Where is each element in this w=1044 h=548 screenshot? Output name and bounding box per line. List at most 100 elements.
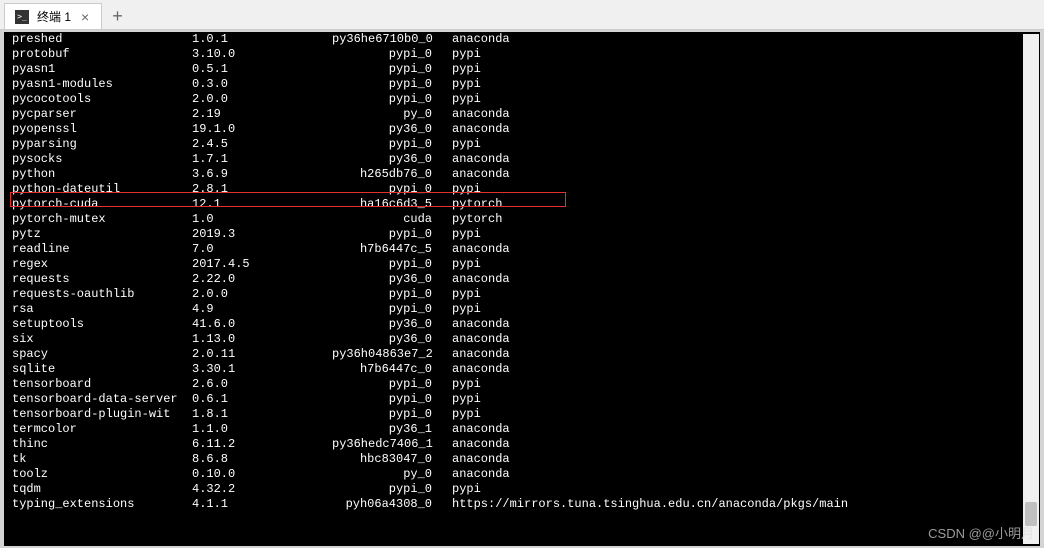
pkg-version: 1.1.0	[192, 422, 332, 437]
pkg-name: tensorboard	[12, 377, 192, 392]
pkg-channel: pypi	[452, 47, 1032, 62]
pkg-name: tensorboard-data-server	[12, 392, 192, 407]
pkg-build: py36_0	[332, 332, 452, 347]
pkg-name: requests	[12, 272, 192, 287]
pkg-name: pyasn1-modules	[12, 77, 192, 92]
pkg-version: 2.6.0	[192, 377, 332, 392]
pkg-build: pypi_0	[332, 287, 452, 302]
pkg-build: pypi_0	[332, 77, 452, 92]
package-row: requests-oauthlib2.0.0pypi_0pypi	[12, 287, 1032, 302]
pkg-channel: pypi	[452, 407, 1032, 422]
pkg-name: pycparser	[12, 107, 192, 122]
pkg-name: toolz	[12, 467, 192, 482]
pkg-name: tk	[12, 452, 192, 467]
vertical-scrollbar[interactable]	[1023, 34, 1039, 544]
pkg-version: 0.10.0	[192, 467, 332, 482]
pkg-name: pycocotools	[12, 92, 192, 107]
pkg-version: 4.9	[192, 302, 332, 317]
pkg-build: pypi_0	[332, 482, 452, 497]
pkg-channel: pypi	[452, 392, 1032, 407]
tab-terminal-1[interactable]: >_ 终端 1 ×	[4, 3, 102, 29]
pkg-channel: anaconda	[452, 152, 1032, 167]
pkg-channel: pypi	[452, 482, 1032, 497]
pkg-name: pysocks	[12, 152, 192, 167]
pkg-build: pypi_0	[332, 92, 452, 107]
pkg-channel: pypi	[452, 287, 1032, 302]
tab-bar: >_ 终端 1 × +	[0, 0, 1044, 30]
pkg-channel: pypi	[452, 137, 1032, 152]
pkg-build: h265db76_0	[332, 167, 452, 182]
pkg-version: 2.0.0	[192, 92, 332, 107]
pkg-build: cuda	[332, 212, 452, 227]
pkg-build: py36_0	[332, 272, 452, 287]
pkg-channel: anaconda	[452, 347, 1032, 362]
package-row: pyasn10.5.1pypi_0pypi	[12, 62, 1032, 77]
package-row: spacy2.0.11py36h04863e7_2anaconda	[12, 347, 1032, 362]
package-row: setuptools41.6.0py36_0anaconda	[12, 317, 1032, 332]
tab-close-icon[interactable]: ×	[79, 9, 91, 25]
pkg-version: 1.7.1	[192, 152, 332, 167]
pkg-version: 4.1.1	[192, 497, 332, 512]
pkg-channel: anaconda	[452, 272, 1032, 287]
pkg-name: pytz	[12, 227, 192, 242]
pkg-build: hbc83047_0	[332, 452, 452, 467]
pkg-version: 2019.3	[192, 227, 332, 242]
pkg-version: 0.5.1	[192, 62, 332, 77]
terminal-icon: >_	[15, 10, 29, 24]
package-row: tk8.6.8hbc83047_0anaconda	[12, 452, 1032, 467]
pkg-version: 12.1	[192, 197, 332, 212]
pkg-build: pypi_0	[332, 47, 452, 62]
pkg-build: py36_0	[332, 152, 452, 167]
package-row: rsa4.9pypi_0pypi	[12, 302, 1032, 317]
pkg-version: 1.8.1	[192, 407, 332, 422]
pkg-channel: anaconda	[452, 437, 1032, 452]
pkg-channel: pypi	[452, 182, 1032, 197]
pkg-channel: anaconda	[452, 167, 1032, 182]
pkg-version: 3.10.0	[192, 47, 332, 62]
pkg-name: protobuf	[12, 47, 192, 62]
package-row: python-dateutil2.8.1pypi_0pypi	[12, 182, 1032, 197]
pkg-build: pypi_0	[332, 137, 452, 152]
pkg-channel: pypi	[452, 257, 1032, 272]
pkg-build: py36_0	[332, 122, 452, 137]
package-row: pyasn1-modules0.3.0pypi_0pypi	[12, 77, 1032, 92]
pkg-build: pyh06a4308_0	[332, 497, 452, 512]
pkg-channel: pypi	[452, 92, 1032, 107]
pkg-version: 4.32.2	[192, 482, 332, 497]
pkg-name: setuptools	[12, 317, 192, 332]
pkg-name: pyasn1	[12, 62, 192, 77]
pkg-build: pypi_0	[332, 62, 452, 77]
pkg-channel: pytorch	[452, 197, 1032, 212]
pkg-build: py_0	[332, 107, 452, 122]
tab-add-button[interactable]: +	[102, 3, 133, 29]
package-row: pycparser2.19py_0anaconda	[12, 107, 1032, 122]
pkg-channel: pypi	[452, 377, 1032, 392]
pkg-build: pypi_0	[332, 227, 452, 242]
pkg-name: readline	[12, 242, 192, 257]
pkg-version: 0.3.0	[192, 77, 332, 92]
pkg-name: six	[12, 332, 192, 347]
pkg-build: h7b6447c_0	[332, 362, 452, 377]
pkg-name: python	[12, 167, 192, 182]
package-row: tensorboard-data-server0.6.1pypi_0pypi	[12, 392, 1032, 407]
pkg-name: sqlite	[12, 362, 192, 377]
pkg-name: tqdm	[12, 482, 192, 497]
watermark-text: CSDN @@小明月	[928, 523, 1034, 542]
pkg-channel: pytorch	[452, 212, 1032, 227]
pkg-name: python-dateutil	[12, 182, 192, 197]
pkg-channel: pypi	[452, 77, 1032, 92]
pkg-name: requests-oauthlib	[12, 287, 192, 302]
pkg-version: 2017.4.5	[192, 257, 332, 272]
pkg-build: pypi_0	[332, 257, 452, 272]
pkg-name: pytorch-mutex	[12, 212, 192, 227]
pkg-name: thinc	[12, 437, 192, 452]
package-row: preshed1.0.1py36he6710b0_0anaconda	[12, 32, 1032, 47]
pkg-channel: anaconda	[452, 122, 1032, 137]
pkg-build: pypi_0	[332, 392, 452, 407]
pkg-build: py36h04863e7_2	[332, 347, 452, 362]
package-row: six1.13.0py36_0anaconda	[12, 332, 1032, 347]
pkg-version: 41.6.0	[192, 317, 332, 332]
terminal-output[interactable]: preshed1.0.1py36he6710b0_0anacondaprotob…	[4, 32, 1040, 546]
pkg-version: 1.13.0	[192, 332, 332, 347]
package-row: requests2.22.0py36_0anaconda	[12, 272, 1032, 287]
